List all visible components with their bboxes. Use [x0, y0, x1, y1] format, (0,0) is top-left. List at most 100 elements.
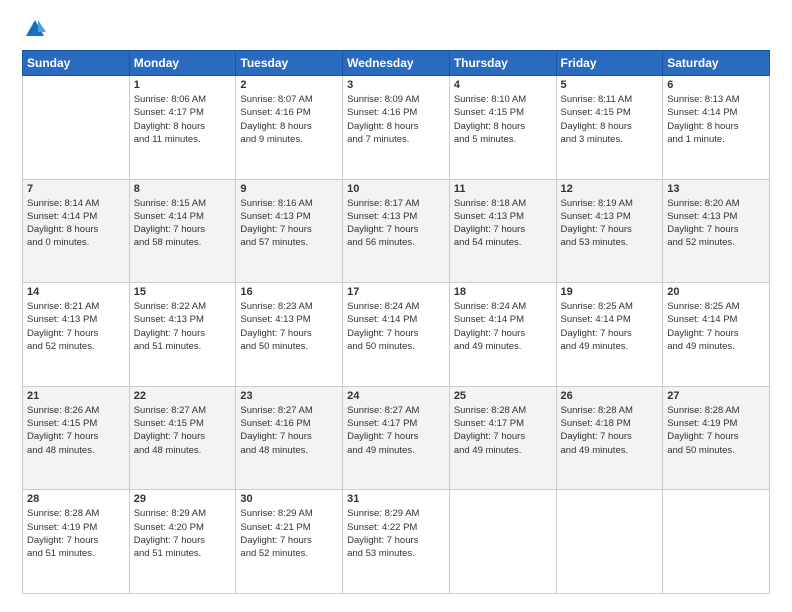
- cell-line: Sunrise: 8:14 AM: [27, 197, 125, 210]
- cell-line: Daylight: 8 hours: [561, 120, 659, 133]
- cell-line: Sunrise: 8:11 AM: [561, 93, 659, 106]
- cell-4-4: 24Sunrise: 8:27 AMSunset: 4:17 PMDayligh…: [343, 386, 450, 490]
- cell-line: and 49 minutes.: [347, 444, 445, 457]
- cell-line: Sunset: 4:14 PM: [27, 210, 125, 223]
- day-number: 6: [667, 79, 765, 91]
- cell-3-7: 20Sunrise: 8:25 AMSunset: 4:14 PMDayligh…: [663, 283, 770, 387]
- cell-line: and 49 minutes.: [561, 444, 659, 457]
- cell-line: Sunset: 4:13 PM: [561, 210, 659, 223]
- cell-5-2: 29Sunrise: 8:29 AMSunset: 4:20 PMDayligh…: [129, 490, 236, 594]
- cell-line: Sunrise: 8:27 AM: [134, 404, 232, 417]
- cell-line: Sunrise: 8:29 AM: [347, 507, 445, 520]
- header: [22, 18, 770, 40]
- cell-line: Daylight: 7 hours: [454, 327, 552, 340]
- cell-line: Sunrise: 8:07 AM: [240, 93, 338, 106]
- cell-5-7: [663, 490, 770, 594]
- cell-line: Sunset: 4:15 PM: [27, 417, 125, 430]
- cell-line: Daylight: 8 hours: [134, 120, 232, 133]
- cell-3-5: 18Sunrise: 8:24 AMSunset: 4:14 PMDayligh…: [449, 283, 556, 387]
- cell-line: and 53 minutes.: [347, 547, 445, 560]
- day-number: 25: [454, 390, 552, 402]
- day-number: 7: [27, 183, 125, 195]
- col-header-wednesday: Wednesday: [343, 51, 450, 76]
- cell-line: Daylight: 7 hours: [561, 223, 659, 236]
- day-number: 14: [27, 286, 125, 298]
- cell-line: and 50 minutes.: [667, 444, 765, 457]
- cell-line: Sunset: 4:17 PM: [454, 417, 552, 430]
- cell-line: and 49 minutes.: [454, 444, 552, 457]
- cell-line: Daylight: 7 hours: [27, 534, 125, 547]
- cell-line: Sunset: 4:13 PM: [134, 313, 232, 326]
- week-row-3: 14Sunrise: 8:21 AMSunset: 4:13 PMDayligh…: [23, 283, 770, 387]
- cell-2-7: 13Sunrise: 8:20 AMSunset: 4:13 PMDayligh…: [663, 179, 770, 283]
- cell-line: Sunset: 4:13 PM: [27, 313, 125, 326]
- cell-line: Daylight: 8 hours: [240, 120, 338, 133]
- cell-line: and 48 minutes.: [27, 444, 125, 457]
- cell-line: Daylight: 8 hours: [347, 120, 445, 133]
- cell-line: Daylight: 7 hours: [454, 223, 552, 236]
- cell-1-1: [23, 76, 130, 180]
- cell-line: Sunrise: 8:20 AM: [667, 197, 765, 210]
- cell-line: Sunrise: 8:24 AM: [347, 300, 445, 313]
- cell-line: Sunrise: 8:09 AM: [347, 93, 445, 106]
- col-header-thursday: Thursday: [449, 51, 556, 76]
- day-number: 30: [240, 493, 338, 505]
- cell-line: Sunrise: 8:13 AM: [667, 93, 765, 106]
- cell-line: and 52 minutes.: [240, 547, 338, 560]
- cell-line: Sunset: 4:14 PM: [347, 313, 445, 326]
- day-number: 5: [561, 79, 659, 91]
- cell-line: Sunset: 4:13 PM: [667, 210, 765, 223]
- day-number: 17: [347, 286, 445, 298]
- day-number: 9: [240, 183, 338, 195]
- cell-1-2: 1Sunrise: 8:06 AMSunset: 4:17 PMDaylight…: [129, 76, 236, 180]
- page: SundayMondayTuesdayWednesdayThursdayFrid…: [0, 0, 792, 612]
- cell-line: Daylight: 7 hours: [134, 430, 232, 443]
- cell-line: and 1 minute.: [667, 133, 765, 146]
- calendar: SundayMondayTuesdayWednesdayThursdayFrid…: [22, 50, 770, 594]
- cell-1-4: 3Sunrise: 8:09 AMSunset: 4:16 PMDaylight…: [343, 76, 450, 180]
- col-header-tuesday: Tuesday: [236, 51, 343, 76]
- cell-line: and 48 minutes.: [134, 444, 232, 457]
- cell-line: Daylight: 7 hours: [240, 223, 338, 236]
- cell-3-6: 19Sunrise: 8:25 AMSunset: 4:14 PMDayligh…: [556, 283, 663, 387]
- cell-line: Daylight: 7 hours: [347, 223, 445, 236]
- day-number: 8: [134, 183, 232, 195]
- cell-3-3: 16Sunrise: 8:23 AMSunset: 4:13 PMDayligh…: [236, 283, 343, 387]
- day-number: 29: [134, 493, 232, 505]
- cell-line: Sunrise: 8:21 AM: [27, 300, 125, 313]
- col-header-saturday: Saturday: [663, 51, 770, 76]
- cell-line: Daylight: 7 hours: [561, 327, 659, 340]
- day-number: 31: [347, 493, 445, 505]
- cell-line: Sunrise: 8:26 AM: [27, 404, 125, 417]
- day-number: 22: [134, 390, 232, 402]
- cell-1-7: 6Sunrise: 8:13 AMSunset: 4:14 PMDaylight…: [663, 76, 770, 180]
- cell-line: and 7 minutes.: [347, 133, 445, 146]
- cell-2-1: 7Sunrise: 8:14 AMSunset: 4:14 PMDaylight…: [23, 179, 130, 283]
- cell-line: Sunrise: 8:17 AM: [347, 197, 445, 210]
- cell-line: Daylight: 7 hours: [561, 430, 659, 443]
- cell-line: Sunset: 4:22 PM: [347, 521, 445, 534]
- cell-line: and 54 minutes.: [454, 236, 552, 249]
- cell-line: Daylight: 7 hours: [27, 327, 125, 340]
- cell-1-5: 4Sunrise: 8:10 AMSunset: 4:15 PMDaylight…: [449, 76, 556, 180]
- cell-line: Daylight: 7 hours: [347, 430, 445, 443]
- cell-line: Sunset: 4:14 PM: [134, 210, 232, 223]
- cell-line: Sunset: 4:16 PM: [347, 106, 445, 119]
- cell-3-4: 17Sunrise: 8:24 AMSunset: 4:14 PMDayligh…: [343, 283, 450, 387]
- cell-line: Sunrise: 8:19 AM: [561, 197, 659, 210]
- cell-line: Sunrise: 8:18 AM: [454, 197, 552, 210]
- header-row: SundayMondayTuesdayWednesdayThursdayFrid…: [23, 51, 770, 76]
- cell-line: and 57 minutes.: [240, 236, 338, 249]
- cell-line: and 52 minutes.: [27, 340, 125, 353]
- cell-line: Daylight: 7 hours: [667, 223, 765, 236]
- col-header-sunday: Sunday: [23, 51, 130, 76]
- cell-2-5: 11Sunrise: 8:18 AMSunset: 4:13 PMDayligh…: [449, 179, 556, 283]
- cell-5-6: [556, 490, 663, 594]
- cell-line: Sunrise: 8:28 AM: [561, 404, 659, 417]
- day-number: 1: [134, 79, 232, 91]
- cell-line: Sunset: 4:14 PM: [561, 313, 659, 326]
- week-row-1: 1Sunrise: 8:06 AMSunset: 4:17 PMDaylight…: [23, 76, 770, 180]
- cell-line: and 50 minutes.: [347, 340, 445, 353]
- day-number: 27: [667, 390, 765, 402]
- cell-line: and 56 minutes.: [347, 236, 445, 249]
